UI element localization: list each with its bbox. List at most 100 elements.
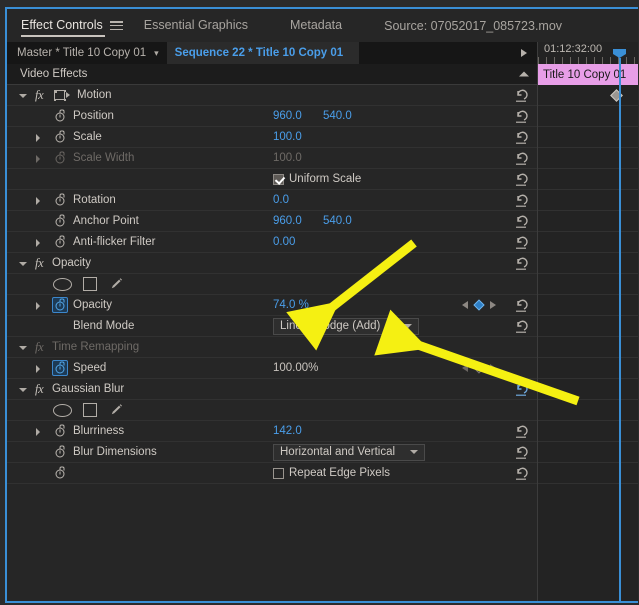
- timeline-row[interactable]: [538, 421, 638, 442]
- timeline-row[interactable]: [538, 169, 638, 190]
- transform-icon[interactable]: [53, 89, 70, 101]
- property-row-anti-flicker-filter[interactable]: Anti-flicker Filter 0.00: [7, 232, 537, 253]
- property-row-blur-dimensions[interactable]: Blur Dimensions Horizontal and Vertical: [7, 442, 537, 463]
- timeline-row[interactable]: [538, 316, 638, 337]
- timeline-row[interactable]: [538, 211, 638, 232]
- property-row-blend-mode[interactable]: Blend Mode Linear Dodge (Add): [7, 316, 537, 337]
- timeline-row[interactable]: [538, 85, 638, 106]
- disclosure-triangle-rotation[interactable]: [31, 190, 45, 211]
- reset-icon-motion[interactable]: [513, 88, 529, 103]
- stopwatch-icon-anti-flicker[interactable]: [54, 235, 66, 249]
- stopwatch-icon-anchor-point[interactable]: [54, 214, 66, 228]
- property-value-anchor-point-x[interactable]: 960.0: [273, 215, 302, 227]
- reset-icon-scale[interactable]: [513, 130, 529, 145]
- pen-mask-icon[interactable]: [108, 402, 124, 418]
- property-row-blurriness[interactable]: Blurriness 142.0: [7, 421, 537, 442]
- reset-icon-blur-dimensions[interactable]: [513, 445, 529, 460]
- stopwatch-icon-rotation[interactable]: [54, 193, 66, 207]
- effect-header-opacity[interactable]: fx Opacity: [7, 253, 537, 274]
- previous-keyframe-icon[interactable]: [462, 364, 468, 372]
- reset-icon-uniform-scale[interactable]: [513, 172, 529, 187]
- property-value-position-x[interactable]: 960.0: [273, 110, 302, 122]
- stopwatch-icon-position[interactable]: [54, 109, 66, 123]
- property-value-speed[interactable]: 100.00%: [273, 362, 318, 374]
- effect-header-motion[interactable]: fx Motion: [7, 85, 537, 106]
- property-row-repeat-edge-pixels[interactable]: Repeat Edge Pixels: [7, 463, 537, 484]
- blend-mode-dropdown[interactable]: Linear Dodge (Add): [273, 317, 419, 335]
- disclosure-triangle-opacity-fx[interactable]: [16, 253, 30, 274]
- property-row-opacity[interactable]: Opacity 74.0 %: [7, 295, 537, 316]
- tab-effect-controls[interactable]: Effect Controls: [21, 9, 123, 42]
- disclosure-triangle-gaussian-blur[interactable]: [16, 379, 30, 400]
- reset-icon-opacity-fx[interactable]: [513, 256, 529, 271]
- tab-metadata[interactable]: Metadata: [290, 9, 342, 42]
- property-value-rotation[interactable]: 0.0: [273, 194, 289, 206]
- chevron-up-icon[interactable]: [519, 71, 529, 77]
- property-row-rotation[interactable]: Rotation 0.0: [7, 190, 537, 211]
- timeline-row[interactable]: [538, 253, 638, 274]
- stopwatch-icon-scale-width[interactable]: [54, 151, 66, 165]
- timeline-row[interactable]: [538, 400, 638, 421]
- next-keyframe-icon[interactable]: [490, 301, 496, 309]
- effect-header-gaussian-blur[interactable]: fx Gaussian Blur: [7, 379, 537, 400]
- disclosure-triangle-anti-flicker[interactable]: [31, 232, 45, 253]
- property-row-anchor-point[interactable]: Anchor Point 960.0 540.0: [7, 211, 537, 232]
- timeline-row[interactable]: [538, 232, 638, 253]
- chevron-down-icon[interactable]: [410, 450, 418, 454]
- property-value-anchor-point-y[interactable]: 540.0: [323, 215, 352, 227]
- property-value-scale-width[interactable]: 100.0: [273, 152, 302, 164]
- reset-icon-scale-width[interactable]: [513, 151, 529, 166]
- ellipse-mask-icon[interactable]: [53, 403, 72, 417]
- property-row-position[interactable]: Position 960.0 540.0: [7, 106, 537, 127]
- disclosure-triangle-scale-width[interactable]: [31, 148, 45, 169]
- property-value-position-y[interactable]: 540.0: [323, 110, 352, 122]
- timeline-row[interactable]: [538, 463, 638, 484]
- stopwatch-icon-scale[interactable]: [54, 130, 66, 144]
- property-row-scale[interactable]: Scale 100.0: [7, 127, 537, 148]
- rectangle-mask-icon[interactable]: [83, 403, 97, 417]
- reset-icon-repeat-edge-pixels[interactable]: [513, 466, 529, 481]
- property-row-uniform-scale[interactable]: Uniform Scale: [7, 169, 537, 190]
- timeline-row[interactable]: [538, 127, 638, 148]
- tab-essential-graphics[interactable]: Essential Graphics: [144, 9, 248, 42]
- reset-icon-anchor-point[interactable]: [513, 214, 529, 229]
- stopwatch-icon-repeat-edge-pixels[interactable]: [54, 466, 66, 480]
- add-keyframe-icon[interactable]: [473, 362, 485, 374]
- ellipse-mask-icon[interactable]: [53, 277, 72, 291]
- blur-dimensions-dropdown[interactable]: Horizontal and Vertical: [273, 443, 425, 461]
- disclosure-triangle-speed[interactable]: [31, 358, 45, 379]
- effect-header-time-remapping[interactable]: fx Time Remapping: [7, 337, 537, 358]
- timeline-row[interactable]: [538, 337, 638, 358]
- reset-icon-blend-mode[interactable]: [513, 319, 529, 334]
- disclosure-triangle-motion[interactable]: [16, 85, 30, 106]
- stopwatch-icon-blurriness[interactable]: [54, 424, 66, 438]
- reset-icon-gaussian-blur[interactable]: [513, 382, 529, 397]
- previous-keyframe-icon[interactable]: [462, 301, 468, 309]
- stopwatch-icon-opacity[interactable]: [52, 297, 68, 313]
- timeline-row[interactable]: [538, 379, 638, 400]
- timeline-row[interactable]: [538, 274, 638, 295]
- reset-icon-anti-flicker[interactable]: [513, 235, 529, 250]
- timeline-row[interactable]: [538, 358, 638, 379]
- add-keyframe-icon[interactable]: [473, 299, 485, 311]
- repeat-edge-pixels-checkbox-group[interactable]: Repeat Edge Pixels: [273, 467, 390, 479]
- play-arrow-icon[interactable]: [521, 49, 527, 57]
- stopwatch-icon-speed[interactable]: [52, 360, 68, 376]
- timeline-row-opacity[interactable]: [538, 89, 638, 316]
- disclosure-triangle-time-remapping[interactable]: [16, 337, 30, 358]
- property-value-opacity[interactable]: 74.0 %: [273, 299, 309, 311]
- timeline-row[interactable]: [538, 106, 638, 127]
- disclosure-triangle-scale[interactable]: [31, 127, 45, 148]
- property-row-speed[interactable]: Speed 100.00%: [7, 358, 537, 379]
- timeline-row[interactable]: [538, 190, 638, 211]
- property-value-blurriness[interactable]: 142.0: [273, 425, 302, 437]
- rectangle-mask-icon[interactable]: [83, 277, 97, 291]
- disclosure-triangle-opacity[interactable]: [31, 295, 45, 316]
- property-row-scale-width[interactable]: Scale Width 100.0: [7, 148, 537, 169]
- property-value-scale[interactable]: 100.0: [273, 131, 302, 143]
- master-clip-label[interactable]: Master * Title 10 Copy 01: [7, 47, 152, 59]
- next-keyframe-icon[interactable]: [490, 364, 496, 372]
- stopwatch-icon-blur-dimensions[interactable]: [54, 445, 66, 459]
- timeline-row[interactable]: [538, 148, 638, 169]
- timeline-row[interactable]: [538, 442, 638, 463]
